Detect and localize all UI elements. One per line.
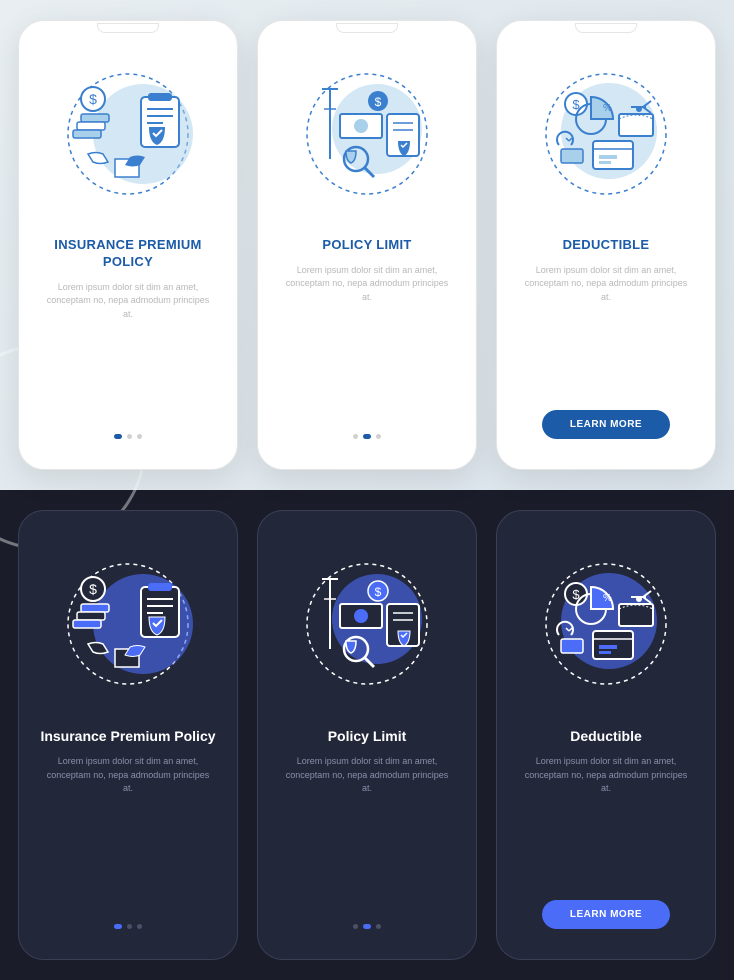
illustration-premium-dark: $ <box>27 519 229 709</box>
page-dots[interactable] <box>114 924 142 929</box>
svg-text:$: $ <box>375 95 382 109</box>
screen-description: Lorem ipsum dolor sit dim an amet, conce… <box>266 755 468 796</box>
phone-mockup-light-1: $ INSURANCE PREMIUM POLICY Lorem ipsum d… <box>18 20 238 470</box>
pagination-footer <box>27 796 229 951</box>
learn-more-button[interactable]: LEARN MORE <box>542 900 670 929</box>
screen-title: Insurance Premium Policy <box>27 709 229 755</box>
screen-description: Lorem ipsum dolor sit dim an amet, conce… <box>266 264 468 305</box>
dot-idle <box>376 434 381 439</box>
illustration-premium-light: $ <box>27 29 229 219</box>
svg-text:$: $ <box>89 581 97 597</box>
cta-footer: LEARN MORE <box>505 796 707 951</box>
dot-active <box>114 434 122 439</box>
screen-description: Lorem ipsum dolor sit dim an amet, conce… <box>505 264 707 305</box>
pagination-footer <box>266 304 468 461</box>
screen-title: Policy Limit <box>266 709 468 755</box>
dark-theme-section: $ Insurance Premium Policy Lorem ipsum d… <box>0 490 734 980</box>
phone-mockup-dark-2: $ Policy Limit Lorem ipsum dolor sit dim… <box>257 510 477 960</box>
illustration-limit-dark: $ <box>266 519 468 709</box>
phone-mockup-light-3: $ % DEDUCTIBLE Lorem ipsum dolor sit dim… <box>496 20 716 470</box>
page-dots[interactable] <box>114 434 142 439</box>
phone-mockup-dark-1: $ Insurance Premium Policy Lorem ipsum d… <box>18 510 238 960</box>
dot-idle <box>353 434 358 439</box>
phone-mockup-light-2: $ POLICY LIMIT Lorem ipsum dolor sit dim… <box>257 20 477 470</box>
screen-title: INSURANCE PREMIUM POLICY <box>27 219 229 281</box>
page-dots[interactable] <box>353 434 381 439</box>
svg-text:%: % <box>603 103 612 114</box>
dot-idle <box>127 434 132 439</box>
screen-title: POLICY LIMIT <box>266 219 468 264</box>
screen-title: DEDUCTIBLE <box>505 219 707 264</box>
dot-idle <box>376 924 381 929</box>
svg-text:%: % <box>603 593 612 604</box>
svg-text:$: $ <box>375 585 382 599</box>
screen-description: Lorem ipsum dolor sit dim an amet, conce… <box>505 755 707 796</box>
illustration-limit-light: $ <box>266 29 468 219</box>
illustration-deductible-light: $ % <box>505 29 707 219</box>
screen-description: Lorem ipsum dolor sit dim an amet, conce… <box>27 281 229 322</box>
cta-footer: LEARN MORE <box>505 304 707 461</box>
light-theme-section: $ INSURANCE PREMIUM POLICY Lorem ipsum d… <box>0 0 734 490</box>
screen-description: Lorem ipsum dolor sit dim an amet, conce… <box>27 755 229 796</box>
dot-idle <box>127 924 132 929</box>
dot-idle <box>137 924 142 929</box>
dot-active <box>363 434 371 439</box>
pagination-footer <box>27 321 229 461</box>
learn-more-button[interactable]: LEARN MORE <box>542 410 670 439</box>
dot-idle <box>353 924 358 929</box>
dot-active <box>114 924 122 929</box>
page-dots[interactable] <box>353 924 381 929</box>
svg-text:$: $ <box>89 91 97 107</box>
phone-mockup-dark-3: $ % Deductible Lorem ipsum dolor sit dim… <box>496 510 716 960</box>
dot-idle <box>137 434 142 439</box>
illustration-deductible-dark: $ % <box>505 519 707 709</box>
dot-active <box>363 924 371 929</box>
screen-title: Deductible <box>505 709 707 755</box>
pagination-footer <box>266 796 468 951</box>
